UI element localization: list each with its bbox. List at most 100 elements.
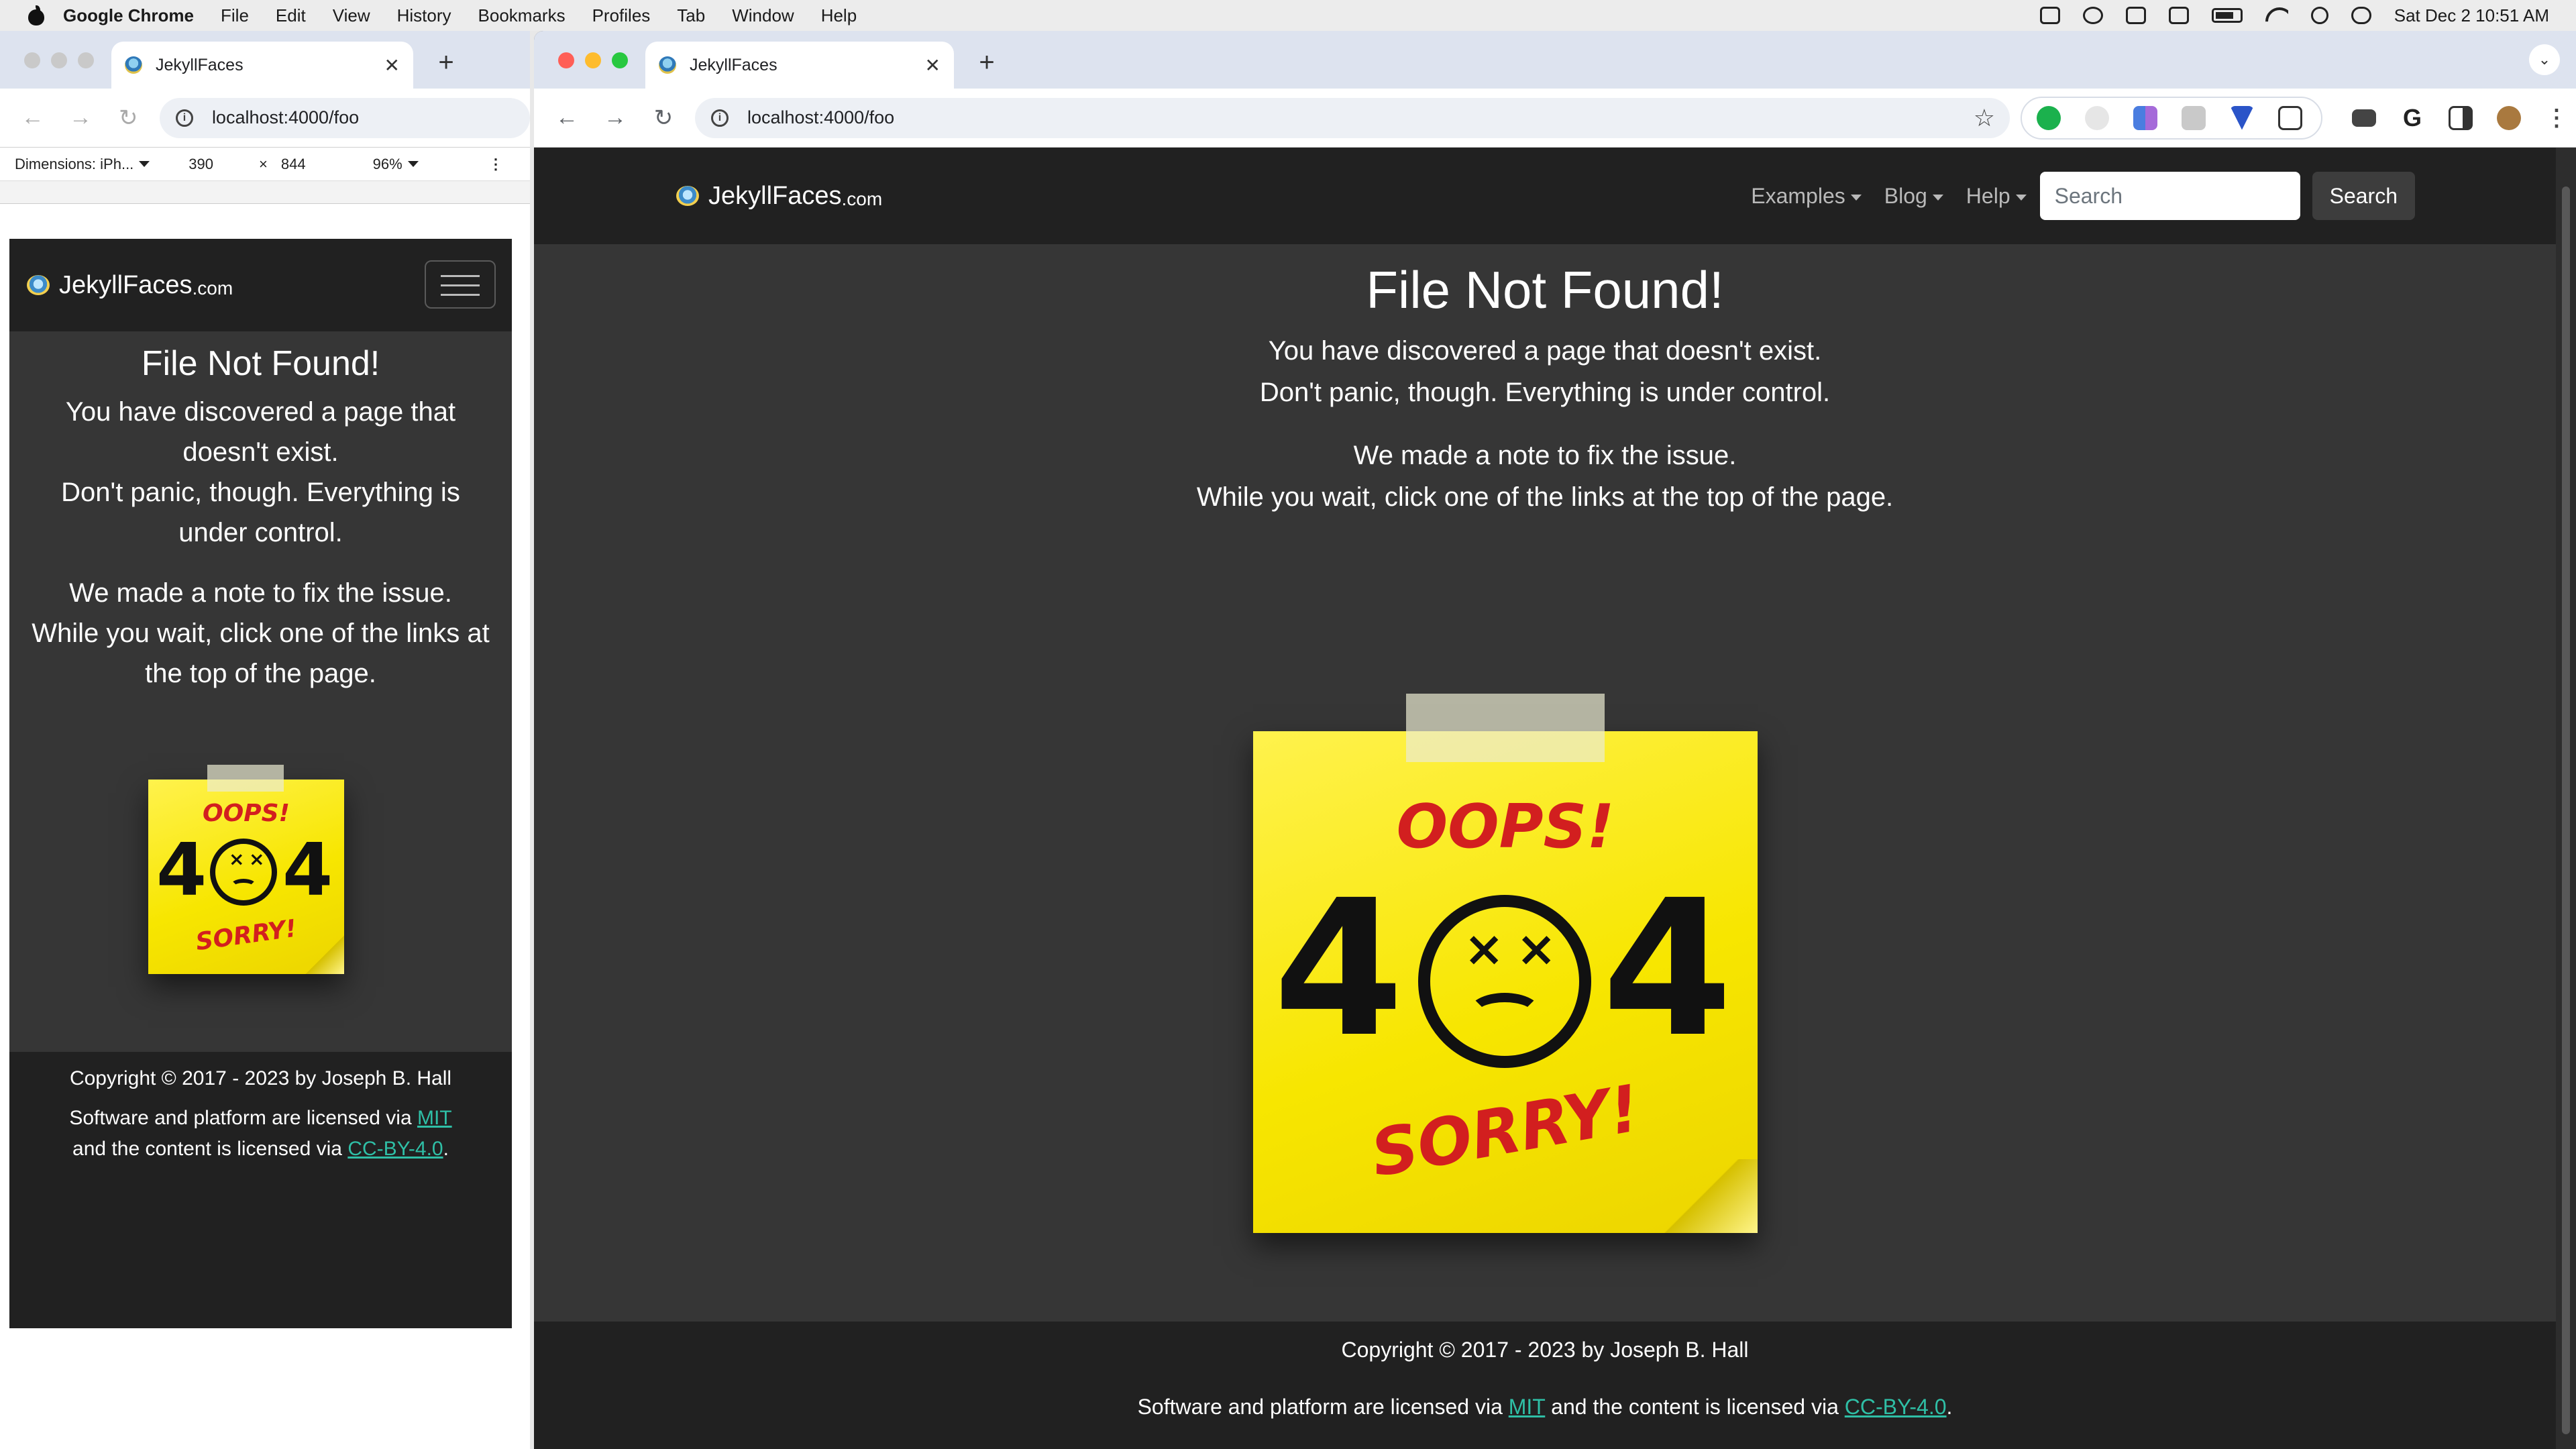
vpn-extension-icon[interactable]	[2230, 105, 2254, 130]
spotlight-search-icon[interactable]	[2310, 7, 2328, 24]
menu-window[interactable]: Window	[732, 5, 794, 26]
page-scrollbar[interactable]	[2556, 148, 2576, 1449]
zoom-window-icon[interactable]	[612, 52, 628, 68]
close-icon[interactable]: ✕	[925, 54, 941, 76]
battery-icon[interactable]	[2211, 8, 2243, 23]
device-height-input[interactable]: 844	[281, 156, 306, 173]
menubar-clock[interactable]: Sat Dec 2 10:51 AM	[2394, 5, 2549, 26]
mobile-message-block-2: We made a note to fix the issue. While y…	[30, 573, 492, 694]
sad-face-icon: × ×	[210, 839, 277, 906]
reload-icon[interactable]: ↻	[113, 105, 144, 131]
wifi-icon[interactable]	[2265, 7, 2288, 23]
back-arrow-icon[interactable]: ←	[17, 105, 48, 131]
jekyllfaces-favicon-icon	[659, 56, 676, 74]
more-options-icon[interactable]: ⋮	[488, 156, 503, 173]
minimize-window-icon[interactable]	[51, 52, 67, 68]
menu-edit[interactable]: Edit	[276, 5, 306, 26]
face-eye: ×	[1464, 920, 1505, 977]
left-browser-window: JekyllFaces ✕ + ← → ↻ i localhost:4000/f…	[0, 31, 530, 1449]
puzzle-extensions-icon[interactable]	[2278, 105, 2302, 130]
desktop-brand-name: JekyllFaces	[708, 181, 842, 210]
new-tab-icon[interactable]: +	[971, 48, 1002, 79]
minimize-window-icon[interactable]	[585, 52, 601, 68]
device-toolbar: Dimensions: iPh... 390 × 844 96% ⋮	[0, 148, 530, 181]
new-tab-icon[interactable]: +	[431, 48, 462, 79]
left-traffic-lights	[24, 52, 94, 68]
close-window-icon[interactable]	[558, 52, 574, 68]
main-address-bar[interactable]: i localhost:4000/foo ☆	[695, 97, 2010, 138]
reload-icon[interactable]: ↻	[648, 105, 679, 131]
apple-icon[interactable]	[27, 5, 46, 25]
face-eye: ×	[229, 848, 245, 870]
message-block-2: We made a note to fix the issue. While y…	[534, 435, 2556, 518]
main-tab-jekyllfaces[interactable]: JekyllFaces ✕	[645, 42, 954, 89]
license-mid: and the content is licensed via	[1545, 1395, 1845, 1419]
forward-arrow-icon[interactable]: →	[600, 105, 631, 131]
menu-tab[interactable]: Tab	[677, 5, 705, 26]
menu-file[interactable]: File	[221, 5, 249, 26]
device-width-input[interactable]: 390	[189, 156, 213, 173]
clock-extension-icon[interactable]	[2085, 105, 2109, 130]
media-controls-icon[interactable]	[2352, 109, 2376, 127]
menu-help[interactable]: Help	[821, 5, 857, 26]
bookmark-star-icon[interactable]: ☆	[1974, 104, 1995, 132]
hamburger-menu-button[interactable]	[425, 260, 496, 309]
side-panel-icon[interactable]	[2449, 105, 2473, 130]
mobile-site: JekyllFaces .com File Not Found! You have…	[9, 239, 512, 1328]
grid-icon[interactable]	[2125, 7, 2146, 24]
hamburger-line	[441, 275, 480, 277]
mobile-mit-link[interactable]: MIT	[417, 1107, 452, 1129]
left-tab-jekyllfaces[interactable]: JekyllFaces ✕	[111, 42, 413, 89]
google-g-icon[interactable]: G	[2400, 105, 2424, 130]
device-dimensions-select[interactable]: Dimensions: iPh...	[15, 156, 133, 173]
profile-avatar[interactable]	[2497, 105, 2521, 130]
search-input[interactable]: Search	[2039, 172, 2300, 220]
device-zoom-select[interactable]: 96%	[373, 156, 402, 173]
zoom-window-icon[interactable]	[78, 52, 94, 68]
main-tab-title: JekyllFaces	[690, 55, 777, 74]
mobile-brand-name: JekyllFaces	[59, 270, 193, 299]
screen-extension-icon[interactable]	[2182, 105, 2206, 130]
grid-extension-icon[interactable]	[2133, 105, 2157, 130]
control-center-icon[interactable]	[2351, 7, 2371, 24]
mobile-cc-link[interactable]: CC-BY-4.0	[347, 1138, 443, 1160]
mobile-line-1: You have discovered a page that doesn't …	[65, 397, 456, 467]
nav-examples-dropdown[interactable]: Examples	[1751, 184, 1862, 209]
windows-icon[interactable]	[2168, 7, 2189, 24]
search-button[interactable]: Search	[2312, 172, 2415, 220]
menu-app-name[interactable]: Google Chrome	[63, 5, 194, 26]
chrome-menu-icon[interactable]: ⋮	[2545, 106, 2568, 130]
menu-view[interactable]: View	[333, 5, 370, 26]
close-icon[interactable]: ✕	[384, 54, 400, 76]
desktop-brand-link[interactable]: JekyllFaces .com	[675, 180, 882, 211]
mobile-page-title: File Not Found!	[141, 344, 380, 383]
close-window-icon[interactable]	[24, 52, 40, 68]
mobile-copyright: Copyright © 2017 - 2023 by Joseph B. Hal…	[69, 1067, 452, 1089]
mobile-brand-link[interactable]: JekyllFaces .com	[25, 270, 233, 301]
forward-arrow-icon[interactable]: →	[65, 105, 95, 131]
mit-link[interactable]: MIT	[1509, 1395, 1546, 1419]
menu-history[interactable]: History	[397, 5, 451, 26]
back-arrow-icon[interactable]: ←	[551, 105, 582, 131]
mobile-brand-suffix: .com	[192, 278, 233, 299]
license-pre: Software and platform are licensed via	[1137, 1395, 1509, 1419]
menu-profiles[interactable]: Profiles	[592, 5, 651, 26]
menu-bookmarks[interactable]: Bookmarks	[478, 5, 566, 26]
nav-help-dropdown[interactable]: Help	[1966, 184, 2027, 209]
mobile-license-text: Software and platform are licensed via M…	[9, 1103, 512, 1165]
note-curl	[1644, 1159, 1758, 1233]
box-icon[interactable]	[2039, 7, 2060, 24]
phone-extension-icon[interactable]	[2037, 105, 2061, 130]
site-info-icon[interactable]: i	[711, 109, 729, 127]
nav-blog-dropdown[interactable]: Blog	[1884, 184, 1943, 209]
scrollbar-thumb[interactable]	[2562, 186, 2570, 1434]
left-address-bar[interactable]: i localhost:4000/foo	[159, 97, 530, 138]
compass-icon[interactable]	[2082, 7, 2103, 24]
note-oops-text: OOPS!	[203, 800, 290, 827]
desktop-footer: Copyright © 2017 - 2023 by Joseph B. Hal…	[534, 1322, 2556, 1449]
chevron-down-icon	[2015, 194, 2027, 201]
site-info-icon[interactable]: i	[175, 109, 193, 127]
cc-link[interactable]: CC-BY-4.0	[1845, 1395, 1947, 1419]
tab-search-chevron-icon[interactable]: ⌄	[2529, 44, 2560, 75]
desktop-site: JekyllFaces .com Examples Blog Help Searc…	[534, 148, 2556, 1449]
